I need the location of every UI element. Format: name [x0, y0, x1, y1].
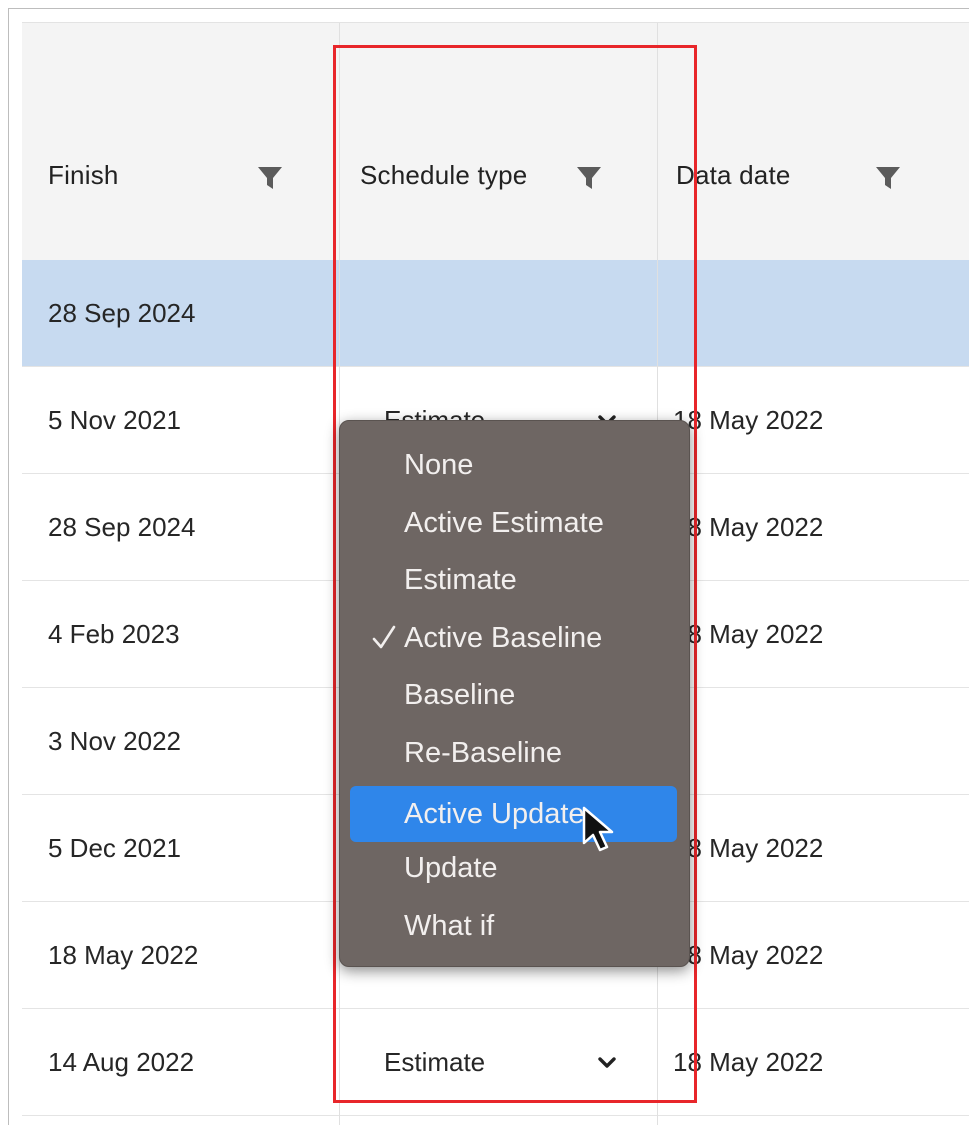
chevron-down-icon[interactable]: [598, 1057, 616, 1069]
filter-icon[interactable]: [256, 164, 284, 192]
filter-icon[interactable]: [575, 164, 603, 192]
finish-cell: 5 Nov 2021: [48, 405, 181, 435]
data-date-cell: 18 May 2022: [673, 619, 824, 649]
column-header-schedule-type[interactable]: Schedule type: [339, 23, 657, 260]
frame-border-top: [8, 8, 969, 9]
data-date-cell: 18 May 2022: [673, 512, 824, 542]
menu-item-estimate[interactable]: Estimate: [350, 558, 677, 602]
menu-item-update[interactable]: Update: [350, 846, 677, 890]
finish-cell: 18 May 2022: [48, 940, 199, 970]
data-date-cell: 18 May 2022: [673, 1047, 824, 1077]
data-date-cell: 18 May 2022: [673, 833, 824, 863]
table-row[interactable]: 28 Sep 2024: [22, 260, 969, 367]
menu-item-label: Update: [404, 852, 498, 884]
finish-cell: 28 Sep 2024: [48, 298, 196, 328]
menu-item-label: Active Update: [404, 798, 585, 830]
menu-item-active-estimate[interactable]: Active Estimate: [350, 501, 677, 545]
menu-item-label: What if: [404, 910, 495, 942]
mouse-pointer-icon: [582, 806, 614, 852]
menu-item-none[interactable]: None: [350, 443, 677, 487]
finish-cell: 4 Feb 2023: [48, 619, 180, 649]
column-header-label: Schedule type: [360, 160, 528, 190]
menu-item-active-update[interactable]: Active Update: [350, 786, 677, 842]
grid-header: Finish Schedule type Data date: [22, 23, 969, 261]
menu-item-label: Re-Baseline: [404, 737, 562, 769]
finish-cell: 3 Nov 2022: [48, 726, 181, 756]
menu-item-label: Baseline: [404, 679, 516, 711]
menu-item-what-if[interactable]: What if: [350, 904, 677, 948]
menu-item-baseline[interactable]: Baseline: [350, 673, 677, 717]
data-date-cell: 18 May 2022: [673, 405, 824, 435]
column-header-label: Data date: [676, 160, 791, 190]
menu-item-label: Active Estimate: [404, 507, 604, 539]
column-header-data-date[interactable]: Data date: [657, 23, 969, 260]
finish-cell: 28 Sep 2024: [48, 512, 196, 542]
filter-icon[interactable]: [874, 164, 902, 192]
column-header-label: Finish: [48, 160, 119, 190]
menu-item-re-baseline[interactable]: Re-Baseline: [350, 731, 677, 775]
schedule-type-select[interactable]: Estimate: [384, 1009, 485, 1115]
menu-item-label: Estimate: [404, 564, 517, 596]
finish-cell: 14 Aug 2022: [48, 1047, 195, 1077]
menu-item-active-baseline[interactable]: Active Baseline: [350, 616, 677, 660]
data-date-cell: 18 May 2022: [673, 940, 824, 970]
frame-border-left: [8, 8, 9, 1125]
menu-item-label: Active Baseline: [404, 622, 603, 654]
screenshot-frame: Finish Schedule type Data date 28 Sep 20: [0, 0, 969, 1125]
checkmark-icon: [372, 625, 396, 649]
finish-cell: 5 Dec 2021: [48, 833, 181, 863]
menu-item-label: None: [404, 449, 474, 481]
schedule-type-dropdown-menu[interactable]: None Active Estimate Estimate Active Bas…: [339, 420, 690, 967]
table-row[interactable]: 14 Aug 2022 Estimate 18 May 2022: [22, 1009, 969, 1116]
column-header-finish[interactable]: Finish: [22, 23, 339, 260]
